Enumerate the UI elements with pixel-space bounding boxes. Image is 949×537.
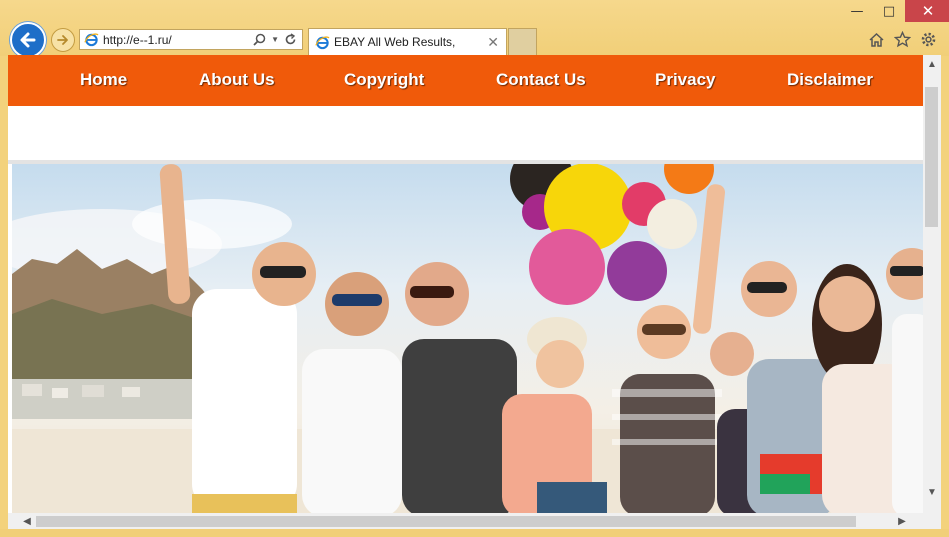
star-icon[interactable]: [893, 30, 911, 48]
arrow-right-icon: [57, 35, 68, 45]
minimize-button[interactable]: —: [841, 0, 873, 22]
home-icon[interactable]: [867, 30, 885, 48]
forward-button[interactable]: [51, 28, 75, 52]
scrollbar-corner: [923, 513, 941, 529]
search-icon[interactable]: [253, 33, 266, 46]
dropdown-arrow-icon[interactable]: ▼: [271, 35, 279, 44]
nav-privacy-link[interactable]: Privacy: [655, 55, 716, 106]
scroll-right-icon[interactable]: ▶: [893, 513, 911, 529]
browser-tab-active[interactable]: EBAY All Web Results, ✕: [308, 28, 507, 55]
scroll-left-icon[interactable]: ◀: [18, 513, 36, 529]
address-bar[interactable]: http://e--1.ru/ ▼: [79, 29, 303, 50]
hero-image: [12, 164, 923, 517]
nav-copyright-link[interactable]: Copyright: [344, 55, 424, 106]
site-navbar: Home About Us Copyright Contact Us Priva…: [8, 55, 923, 106]
close-tab-icon[interactable]: ✕: [487, 34, 499, 51]
page-viewport: Home About Us Copyright Contact Us Priva…: [8, 55, 941, 529]
window-controls: — □ ✕: [841, 0, 949, 22]
close-window-button[interactable]: ✕: [905, 0, 949, 22]
browser-toolbar-icons: [867, 30, 937, 48]
ie-logo-icon: [84, 33, 99, 47]
back-button[interactable]: [10, 22, 46, 58]
tab-title: EBAY All Web Results,: [334, 35, 456, 49]
horizontal-scroll-thumb[interactable]: [36, 516, 856, 527]
nav-contact-link[interactable]: Contact Us: [496, 55, 586, 106]
vertical-scrollbar[interactable]: ▲ ▼: [923, 55, 941, 513]
scroll-up-icon[interactable]: ▲: [923, 55, 941, 73]
horizontal-scrollbar[interactable]: ◀ ▶: [8, 513, 923, 529]
refresh-icon[interactable]: [284, 33, 297, 46]
nav-home-link[interactable]: Home: [80, 55, 127, 106]
nav-about-link[interactable]: About Us: [199, 55, 275, 106]
header-spacer: [8, 106, 923, 160]
new-tab-button[interactable]: [508, 28, 537, 55]
maximize-button[interactable]: □: [873, 0, 905, 22]
window-bottom-frame: [0, 529, 949, 537]
browser-titlebar: — □ ✕ http://e--1.ru/ ▼ EBAY All Web Res…: [0, 0, 949, 58]
gear-icon[interactable]: [919, 30, 937, 48]
arrow-left-icon: [20, 32, 36, 48]
hero-photo-illustration: [12, 164, 923, 517]
address-url: http://e--1.ru/: [103, 32, 172, 47]
ie-logo-icon: [315, 35, 330, 49]
vertical-scroll-thumb[interactable]: [925, 87, 938, 227]
scroll-down-icon[interactable]: ▼: [923, 483, 941, 501]
nav-disclaimer-link[interactable]: Disclaimer: [787, 55, 873, 106]
